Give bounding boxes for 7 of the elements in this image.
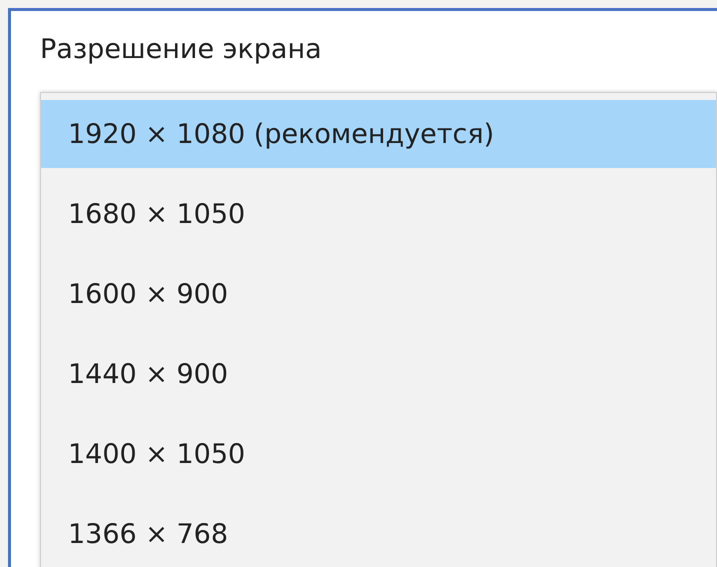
resolution-option[interactable]: 1400 × 1050 xyxy=(41,420,716,488)
resolution-option[interactable]: 1680 × 1050 xyxy=(41,180,716,248)
field-label: Разрешение экрана xyxy=(40,33,323,67)
resolution-option[interactable]: 1440 × 900 xyxy=(41,340,716,408)
resolution-option[interactable]: 1920 × 1080 (рекомендуется) xyxy=(41,100,716,168)
resolution-option[interactable]: 1366 × 768 xyxy=(41,500,716,567)
resolution-option[interactable]: 1600 × 900 xyxy=(41,260,716,328)
